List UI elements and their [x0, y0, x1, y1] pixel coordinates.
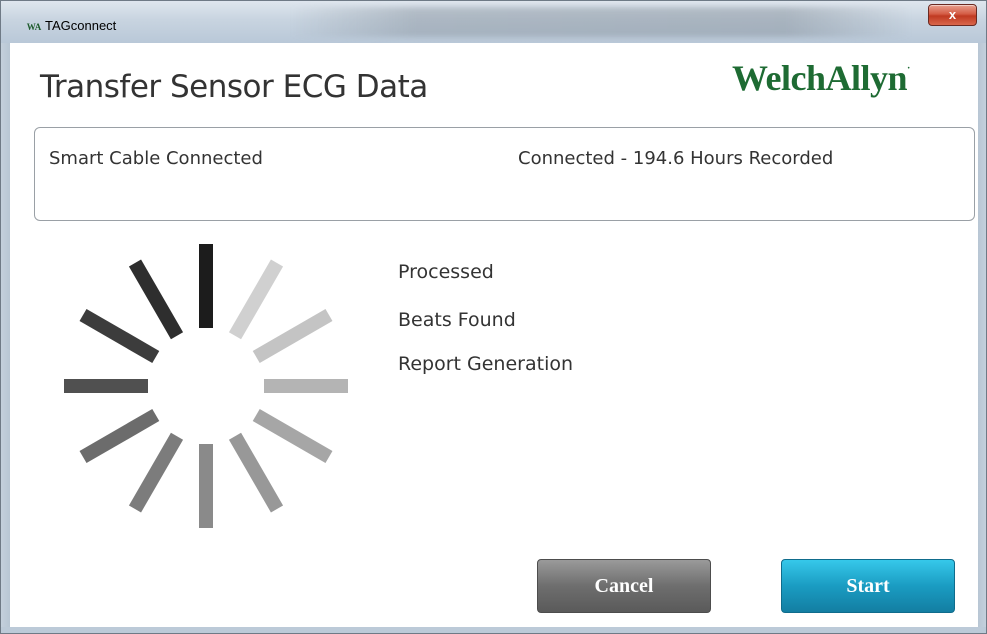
spinner-spoke: [128, 432, 184, 513]
dialog-content: Transfer Sensor ECG Data WelchAllyn· Sma…: [10, 43, 978, 627]
spinner-spoke: [252, 408, 333, 464]
window-title: TAGconnect: [45, 18, 117, 33]
cancel-button[interactable]: Cancel: [537, 559, 711, 613]
progress-processed: Processed: [398, 261, 494, 283]
logo-mark: ·: [907, 63, 910, 74]
spinner-spoke: [252, 308, 333, 364]
window-frame-bottom: [1, 627, 986, 633]
blurred-background-text: [291, 7, 911, 37]
spinner-spoke: [128, 259, 184, 340]
loading-spinner-icon: [64, 244, 348, 528]
spinner-spoke: [228, 259, 284, 340]
close-button[interactable]: x: [928, 4, 977, 26]
progress-report-generation: Report Generation: [398, 353, 574, 375]
app-icon: WA: [26, 22, 42, 32]
recording-status: Connected - 194.6 Hours Recorded: [518, 148, 834, 169]
logo-text: WelchAllyn: [732, 58, 908, 98]
title-bar[interactable]: WA TAGconnect x: [1, 1, 986, 43]
window-frame-right: [978, 43, 986, 633]
brand-logo: WelchAllyn·: [732, 57, 910, 99]
spinner-spoke: [228, 432, 284, 513]
dialog-window: WA TAGconnect x Transfer Sensor ECG Data…: [0, 0, 987, 634]
cable-status: Smart Cable Connected: [49, 148, 263, 169]
progress-beats-found: Beats Found: [398, 309, 516, 331]
page-title: Transfer Sensor ECG Data: [40, 69, 428, 105]
spinner-spoke: [79, 308, 160, 364]
window-frame-left: [1, 43, 10, 633]
close-icon: x: [948, 7, 957, 22]
status-panel: Smart Cable Connected Connected - 194.6 …: [34, 127, 975, 221]
spinner-spoke: [79, 408, 160, 464]
start-button[interactable]: Start: [781, 559, 955, 613]
